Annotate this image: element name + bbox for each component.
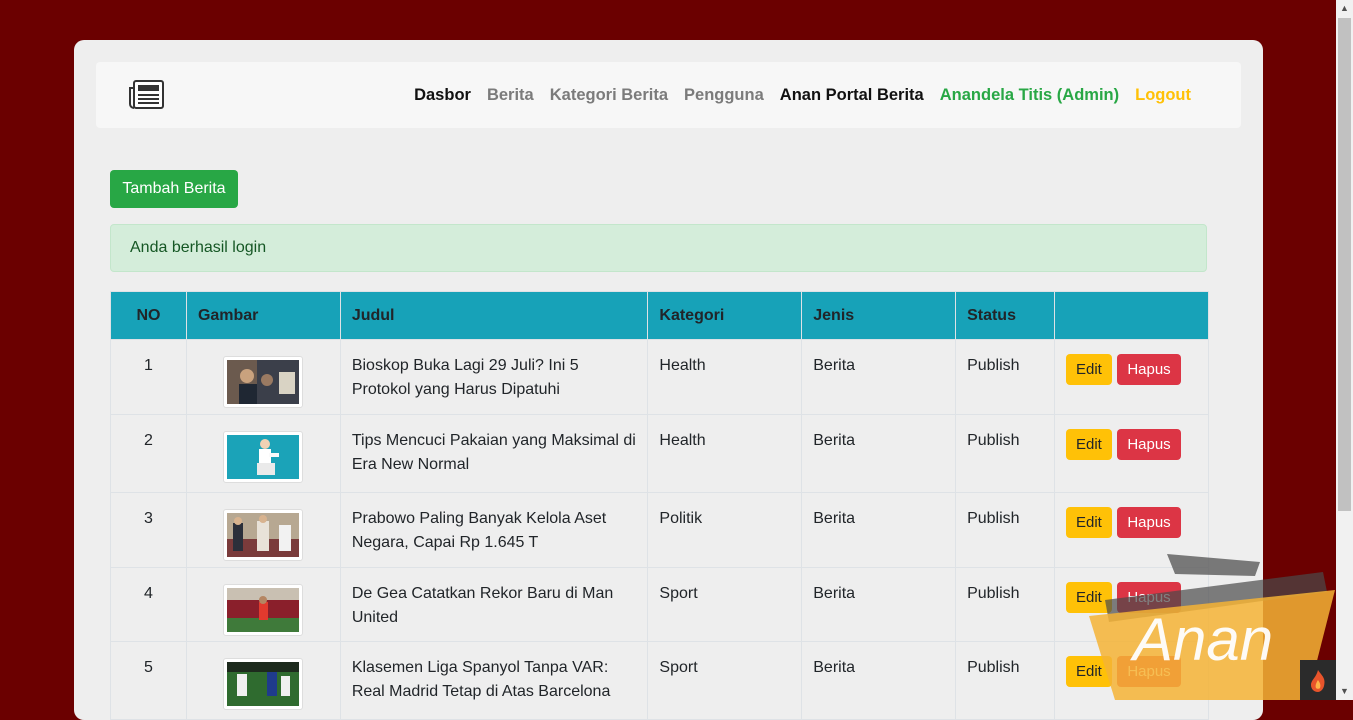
page-scrollbar[interactable]: ▲ ▼ bbox=[1336, 0, 1353, 700]
col-status: Status bbox=[955, 291, 1055, 340]
actions-cell: Edit Hapus bbox=[1054, 641, 1209, 720]
news-thumbnail[interactable] bbox=[223, 356, 304, 408]
logout-link[interactable]: Logout bbox=[1135, 86, 1191, 105]
news-title: Bioskop Buka Lagi 29 Juli? Ini 5 Protoko… bbox=[339, 339, 649, 415]
news-table: NO Gambar Judul Kategori Jenis Status 1 … bbox=[110, 291, 1209, 720]
edit-button[interactable]: Edit bbox=[1066, 582, 1112, 613]
scroll-down-arrow[interactable]: ▼ bbox=[1336, 683, 1353, 700]
table-row: 4 De Gea Catatkan Rekor Baru di Man Unit… bbox=[110, 567, 1209, 642]
site-brand[interactable]: Anan Portal Berita bbox=[780, 86, 924, 105]
news-title: Prabowo Paling Banyak Kelola Aset Negara… bbox=[339, 492, 649, 568]
news-category: Sport bbox=[647, 641, 803, 720]
news-thumbnail[interactable] bbox=[223, 658, 304, 710]
news-type: Berita bbox=[801, 492, 957, 568]
table-row: 1 Bioskop Buka Lagi 29 Juli? Ini 5 Proto… bbox=[110, 339, 1209, 415]
actions-cell: Edit Hapus bbox=[1054, 567, 1209, 642]
actions-cell: Edit Hapus bbox=[1054, 492, 1209, 568]
thumbnail-cell bbox=[185, 641, 341, 720]
edit-button[interactable]: Edit bbox=[1066, 429, 1112, 460]
thumbnail-cell bbox=[185, 567, 341, 642]
actions-cell: Edit Hapus bbox=[1054, 339, 1209, 415]
nav-pengguna[interactable]: Pengguna bbox=[684, 86, 764, 105]
news-category: Politik bbox=[647, 492, 803, 568]
news-type: Berita bbox=[801, 641, 957, 720]
table-header-row: NO Gambar Judul Kategori Jenis Status bbox=[110, 291, 1209, 340]
thumbnail-cell bbox=[185, 492, 341, 568]
col-jenis: Jenis bbox=[801, 291, 957, 340]
news-type: Berita bbox=[801, 567, 957, 642]
nav-berita[interactable]: Berita bbox=[487, 86, 534, 105]
row-number: 5 bbox=[110, 641, 187, 720]
news-status: Publish bbox=[955, 641, 1055, 720]
scroll-up-arrow[interactable]: ▲ bbox=[1336, 0, 1353, 17]
news-status: Publish bbox=[955, 414, 1055, 493]
navbar: Dasbor Berita Kategori Berita Pengguna A… bbox=[96, 62, 1241, 128]
delete-button[interactable]: Hapus bbox=[1117, 429, 1181, 460]
main-card: Dasbor Berita Kategori Berita Pengguna A… bbox=[74, 40, 1263, 720]
news-thumbnail[interactable] bbox=[223, 509, 304, 561]
row-number: 4 bbox=[110, 567, 187, 642]
row-number: 2 bbox=[110, 414, 187, 493]
news-title: Tips Mencuci Pakaian yang Maksimal di Er… bbox=[339, 414, 649, 493]
col-gambar: Gambar bbox=[185, 291, 341, 340]
row-number: 3 bbox=[110, 492, 187, 568]
thumbnail-cell bbox=[185, 414, 341, 493]
col-no: NO bbox=[110, 291, 187, 340]
col-judul: Judul bbox=[339, 291, 649, 340]
add-news-button[interactable]: Tambah Berita bbox=[110, 170, 238, 208]
table-row: 2 Tips Mencuci Pakaian yang Maksimal di … bbox=[110, 414, 1209, 493]
thumbnail-cell bbox=[185, 339, 341, 415]
news-title: De Gea Catatkan Rekor Baru di Man United bbox=[339, 567, 649, 642]
actions-cell: Edit Hapus bbox=[1054, 414, 1209, 493]
nav-dasbor[interactable]: Dasbor bbox=[414, 86, 471, 105]
news-status: Publish bbox=[955, 339, 1055, 415]
newspaper-icon[interactable] bbox=[128, 78, 166, 112]
edit-button[interactable]: Edit bbox=[1066, 656, 1112, 687]
fire-badge[interactable] bbox=[1300, 660, 1336, 700]
delete-button[interactable]: Hapus bbox=[1117, 354, 1181, 385]
current-user[interactable]: Anandela Titis (Admin) bbox=[940, 86, 1119, 105]
col-kategori: Kategori bbox=[647, 291, 803, 340]
login-success-alert: Anda berhasil login bbox=[110, 224, 1207, 272]
nav-menu: Dasbor Berita Kategori Berita Pengguna A… bbox=[414, 62, 1191, 128]
col-actions bbox=[1054, 291, 1209, 340]
news-type: Berita bbox=[801, 414, 957, 493]
table-row: 3 Prabowo Paling Banyak Kelola Aset Nega… bbox=[110, 492, 1209, 568]
news-status: Publish bbox=[955, 492, 1055, 568]
news-category: Sport bbox=[647, 567, 803, 642]
news-type: Berita bbox=[801, 339, 957, 415]
nav-kategori-berita[interactable]: Kategori Berita bbox=[550, 86, 668, 105]
row-number: 1 bbox=[110, 339, 187, 415]
news-category: Health bbox=[647, 414, 803, 493]
delete-button[interactable]: Hapus bbox=[1117, 507, 1181, 538]
table-row: 5 Klasemen Liga Spanyol Tanpa VAR: Real … bbox=[110, 641, 1209, 720]
news-thumbnail[interactable] bbox=[223, 584, 304, 636]
edit-button[interactable]: Edit bbox=[1066, 354, 1112, 385]
edit-button[interactable]: Edit bbox=[1066, 507, 1112, 538]
scrollbar-thumb[interactable] bbox=[1338, 18, 1351, 511]
delete-button[interactable]: Hapus bbox=[1117, 582, 1181, 613]
news-title: Klasemen Liga Spanyol Tanpa VAR: Real Ma… bbox=[339, 641, 649, 720]
fire-icon bbox=[1311, 670, 1325, 692]
news-thumbnail[interactable] bbox=[223, 431, 304, 483]
news-status: Publish bbox=[955, 567, 1055, 642]
delete-button[interactable]: Hapus bbox=[1117, 656, 1181, 687]
news-category: Health bbox=[647, 339, 803, 415]
